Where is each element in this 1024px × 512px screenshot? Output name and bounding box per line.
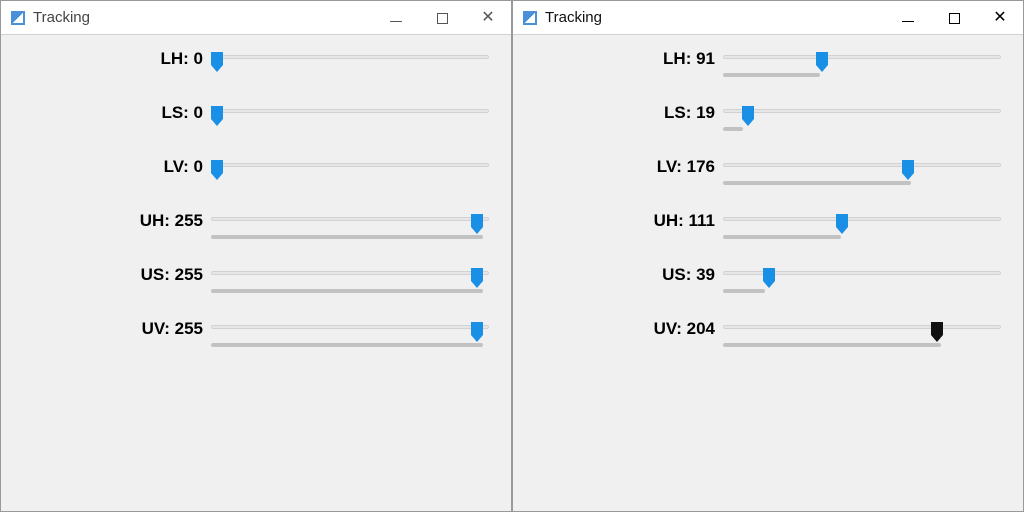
app-icon xyxy=(11,11,25,25)
app-icon xyxy=(523,11,537,25)
window-left: Tracking ✕ LH: 0 LS: 0 LV: 0 UH: 255 US:… xyxy=(0,0,512,512)
trackbar-row-uh: UH: 255 xyxy=(11,211,501,233)
trackbar-uh[interactable] xyxy=(211,211,501,233)
track-upper xyxy=(211,109,489,113)
window-title: Tracking xyxy=(545,9,602,26)
trackbar-uv[interactable] xyxy=(211,319,501,341)
trackbar-label: US: 255 xyxy=(11,265,211,285)
titlebar[interactable]: Tracking ✕ xyxy=(1,1,511,35)
trackbar-row-us: US: 255 xyxy=(11,265,501,287)
trackbar-label: LH: 91 xyxy=(523,49,723,69)
trackbar-row-lh: LH: 0 xyxy=(11,49,501,71)
slider-thumb[interactable] xyxy=(470,267,484,289)
track-progress xyxy=(723,73,820,77)
track-upper xyxy=(211,271,489,275)
trackbar-label: LS: 0 xyxy=(11,103,211,123)
track-upper xyxy=(211,163,489,167)
trackbar-row-uh: UH: 111 xyxy=(523,211,1013,233)
trackbar-row-lh: LH: 91 xyxy=(523,49,1013,71)
client-area: LH: 91 LS: 19 LV: 176 UH: 111 US: 39 UV:… xyxy=(513,35,1023,383)
window-title: Tracking xyxy=(33,9,90,26)
slider-thumb[interactable] xyxy=(210,51,224,73)
close-button[interactable]: ✕ xyxy=(465,1,511,35)
trackbar-label: UH: 111 xyxy=(523,211,723,231)
trackbar-label: LH: 0 xyxy=(11,49,211,69)
track-progress xyxy=(723,235,841,239)
trackbar-lh[interactable] xyxy=(723,49,1013,71)
track-progress xyxy=(211,343,483,347)
track-progress xyxy=(723,289,765,293)
track-upper xyxy=(211,325,489,329)
trackbar-label: UH: 255 xyxy=(11,211,211,231)
slider-thumb[interactable] xyxy=(901,159,915,181)
trackbar-lv[interactable] xyxy=(723,157,1013,179)
close-button[interactable]: ✕ xyxy=(977,1,1023,35)
track-upper xyxy=(723,163,1001,167)
track-progress xyxy=(723,127,743,131)
window-buttons: ✕ xyxy=(885,1,1023,35)
track-upper xyxy=(211,217,489,221)
slider-thumb[interactable] xyxy=(762,267,776,289)
slider-thumb[interactable] xyxy=(470,321,484,343)
maximize-button[interactable] xyxy=(419,1,465,35)
slider-thumb[interactable] xyxy=(930,321,944,343)
trackbar-label: LV: 176 xyxy=(523,157,723,177)
trackbar-label: US: 39 xyxy=(523,265,723,285)
trackbar-row-uv: UV: 204 xyxy=(523,319,1013,341)
trackbar-us[interactable] xyxy=(211,265,501,287)
slider-thumb[interactable] xyxy=(835,213,849,235)
slider-thumb[interactable] xyxy=(815,51,829,73)
trackbar-ls[interactable] xyxy=(723,103,1013,125)
maximize-button[interactable] xyxy=(931,1,977,35)
track-progress xyxy=(723,181,911,185)
window-right: Tracking ✕ LH: 91 LS: 19 LV: 176 UH: 111… xyxy=(512,0,1024,512)
trackbar-us[interactable] xyxy=(723,265,1013,287)
minimize-button[interactable] xyxy=(885,1,931,35)
minimize-button[interactable] xyxy=(373,1,419,35)
trackbar-ls[interactable] xyxy=(211,103,501,125)
track-upper xyxy=(723,55,1001,59)
track-upper xyxy=(723,325,1001,329)
slider-thumb[interactable] xyxy=(470,213,484,235)
titlebar[interactable]: Tracking ✕ xyxy=(513,1,1023,35)
trackbar-row-us: US: 39 xyxy=(523,265,1013,287)
window-buttons: ✕ xyxy=(373,1,511,35)
trackbar-label: UV: 204 xyxy=(523,319,723,339)
trackbar-row-uv: UV: 255 xyxy=(11,319,501,341)
trackbar-row-lv: LV: 0 xyxy=(11,157,501,179)
slider-thumb[interactable] xyxy=(741,105,755,127)
trackbar-row-ls: LS: 19 xyxy=(523,103,1013,125)
trackbar-label: LS: 19 xyxy=(523,103,723,123)
track-progress xyxy=(723,343,941,347)
track-upper xyxy=(211,55,489,59)
trackbar-uv[interactable] xyxy=(723,319,1013,341)
trackbar-lh[interactable] xyxy=(211,49,501,71)
slider-thumb[interactable] xyxy=(210,159,224,181)
trackbar-row-ls: LS: 0 xyxy=(11,103,501,125)
track-progress xyxy=(211,289,483,293)
trackbar-row-lv: LV: 176 xyxy=(523,157,1013,179)
trackbar-label: LV: 0 xyxy=(11,157,211,177)
client-area: LH: 0 LS: 0 LV: 0 UH: 255 US: 255 UV: 25… xyxy=(1,35,511,383)
trackbar-lv[interactable] xyxy=(211,157,501,179)
trackbar-label: UV: 255 xyxy=(11,319,211,339)
track-progress xyxy=(211,235,483,239)
track-upper xyxy=(723,109,1001,113)
track-upper xyxy=(723,217,1001,221)
trackbar-uh[interactable] xyxy=(723,211,1013,233)
slider-thumb[interactable] xyxy=(210,105,224,127)
